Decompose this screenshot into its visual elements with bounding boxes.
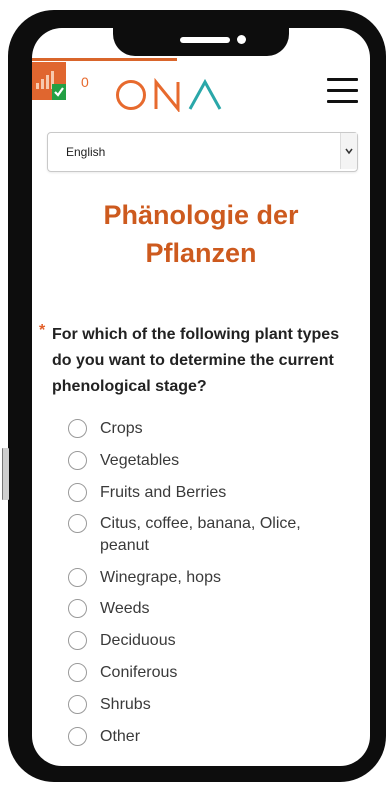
form-title: Phänologie der Pflanzen <box>32 196 370 272</box>
option-label: Weeds <box>100 600 150 617</box>
option-label: Winegrape, hops <box>100 569 221 586</box>
speaker-icon <box>180 37 230 43</box>
language-select-value: English <box>66 145 106 159</box>
radio-button[interactable] <box>68 419 87 438</box>
phone-screen: 0 English Phänologie der Pflanzen * For … <box>32 28 370 766</box>
radio-button[interactable] <box>68 451 87 470</box>
option-label: Citus, coffee, banana, Olice, peanut <box>100 515 301 554</box>
form-title-line1: Phänologie der <box>103 200 299 230</box>
radio-button[interactable] <box>68 568 87 587</box>
option-label: Crops <box>100 420 143 437</box>
radio-button[interactable] <box>68 514 87 533</box>
option-label: Deciduous <box>100 632 176 649</box>
phone-side-button <box>2 448 9 500</box>
option-label: Coniferous <box>100 664 178 681</box>
submissions-badge-icon[interactable] <box>32 62 66 100</box>
form-title-line2: Pflanzen <box>145 238 257 268</box>
radio-button[interactable] <box>68 727 87 746</box>
hamburger-menu-icon[interactable] <box>327 76 361 106</box>
required-marker: * <box>39 322 46 339</box>
question-text: For which of the following plant types d… <box>52 326 340 395</box>
radio-button[interactable] <box>68 663 87 682</box>
submission-count: 0 <box>81 74 89 90</box>
option-label: Fruits and Berries <box>100 484 227 501</box>
radio-button[interactable] <box>68 483 87 502</box>
progress-line <box>32 58 177 61</box>
ona-logo <box>114 77 224 117</box>
option-label: Other <box>100 728 141 745</box>
camera-icon <box>237 35 246 44</box>
language-select[interactable]: English <box>47 132 358 172</box>
chevron-down-icon <box>340 133 357 169</box>
radio-button[interactable] <box>68 599 87 618</box>
radio-button[interactable] <box>68 695 87 714</box>
option-label: Shrubs <box>100 696 151 713</box>
option-label: Vegetables <box>100 452 180 469</box>
radio-button[interactable] <box>68 631 87 650</box>
